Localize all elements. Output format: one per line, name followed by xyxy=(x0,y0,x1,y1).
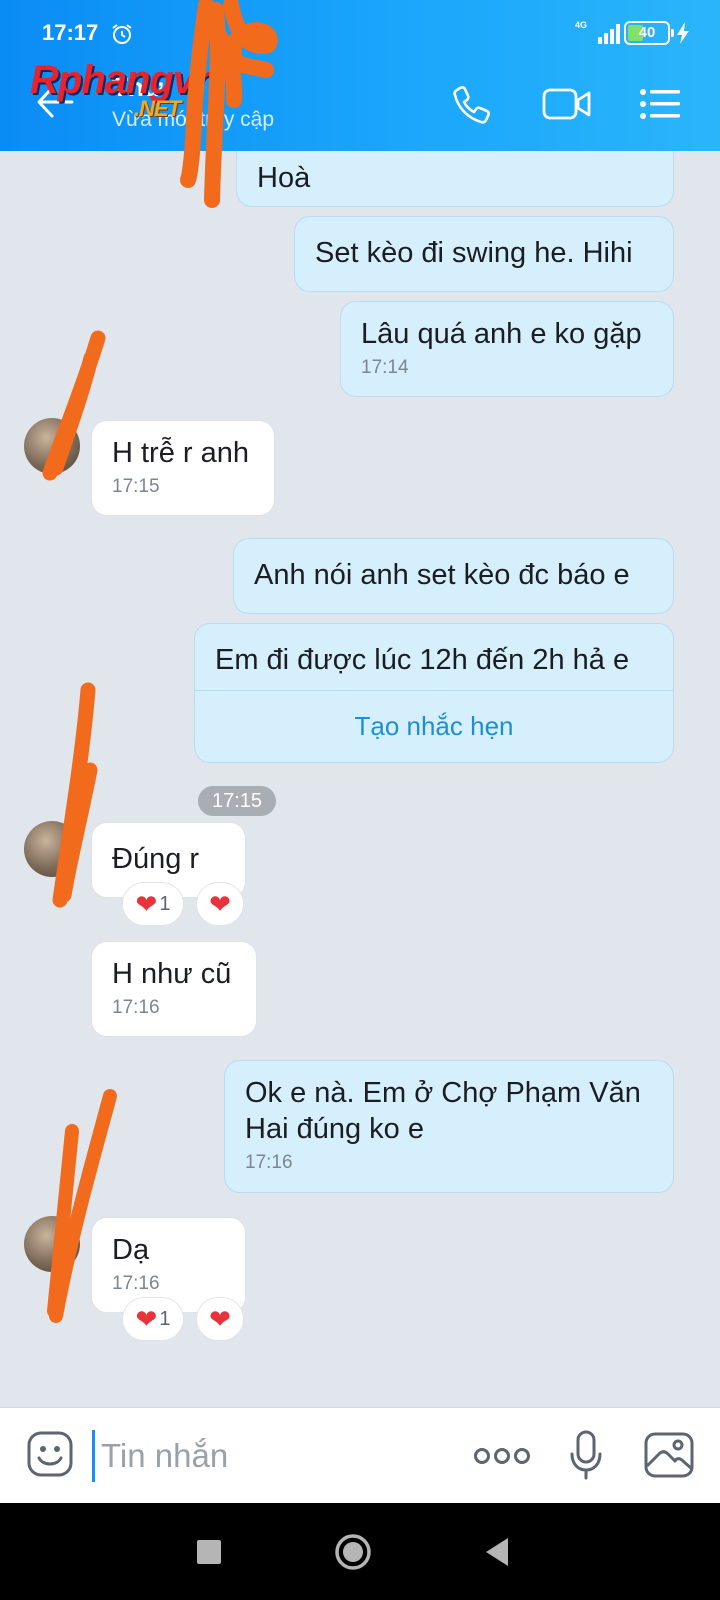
message-bubble[interactable]: Lâu quá anh e ko gặp 17:14 xyxy=(340,301,674,397)
message-time: 17:16 xyxy=(245,1152,293,1173)
top-bar: 17:17 4G 40 Thư Vừa mới truy cập Rphangv… xyxy=(0,0,720,151)
message-text: Em đi được lúc 12h đến 2h hả e xyxy=(215,644,630,676)
redaction-scribble xyxy=(42,330,106,481)
redaction-scribble xyxy=(180,0,278,208)
add-reaction-button[interactable]: ❤ xyxy=(196,882,244,926)
message-bubble[interactable]: Anh nói anh set kèo đc báo e xyxy=(233,538,674,614)
redaction-scribble xyxy=(52,682,98,908)
menu-icon[interactable] xyxy=(638,84,682,124)
message-bubble[interactable]: H trễ r anh 17:15 xyxy=(91,420,275,516)
phone-icon[interactable] xyxy=(452,84,492,124)
message-time: 17:14 xyxy=(361,357,409,378)
message-time: 17:15 xyxy=(112,476,160,497)
message-bubble[interactable]: Em đi được lúc 12h đến 2h hả e Tạo nhắc … xyxy=(194,623,674,763)
message-text: Lâu quá anh e ko gặp xyxy=(361,318,642,350)
message-text: Đúng r xyxy=(112,843,200,875)
redaction-scribble xyxy=(47,1089,117,1323)
image-icon[interactable] xyxy=(644,1432,694,1478)
status-bar: 17:17 4G 40 xyxy=(0,0,720,56)
back-icon[interactable] xyxy=(484,1537,510,1567)
charging-icon xyxy=(677,22,689,44)
reaction-count: 1 xyxy=(159,892,171,915)
message-bubble[interactable]: Hoà xyxy=(236,151,674,207)
heart-icon: ❤ xyxy=(209,1304,231,1334)
network-type: 4G xyxy=(575,20,588,30)
recent-apps-icon[interactable] xyxy=(196,1539,222,1565)
message-text: H như cũ xyxy=(112,958,232,990)
add-reaction-button[interactable]: ❤ xyxy=(196,1297,244,1341)
emoji-icon[interactable] xyxy=(26,1430,74,1478)
time-separator: 17:15 xyxy=(198,786,276,816)
message-text: Ok e nà. Em ở Chợ Phạm Văn Hai đúng ko e xyxy=(245,1077,641,1145)
alarm-icon xyxy=(112,24,132,44)
reaction-count: 1 xyxy=(159,1307,171,1330)
signal-icon xyxy=(598,24,620,44)
create-reminder-button[interactable]: Tạo nhắc hẹn xyxy=(195,690,673,762)
reaction-count-badge[interactable]: ❤ 1 xyxy=(122,882,184,926)
heart-icon: ❤ xyxy=(135,889,158,919)
message-text: Anh nói anh set kèo đc báo e xyxy=(254,559,630,591)
message-input[interactable] xyxy=(92,1430,442,1482)
message-text: H trễ r anh xyxy=(112,437,249,469)
system-navigation-bar xyxy=(0,1503,720,1600)
battery-percent: 40 xyxy=(638,24,656,41)
home-icon[interactable] xyxy=(334,1533,372,1571)
status-time: 17:17 xyxy=(42,20,99,45)
battery-indicator: 40 xyxy=(624,21,674,45)
message-bubble[interactable]: H như cũ 17:16 xyxy=(91,941,257,1037)
more-icon[interactable] xyxy=(474,1446,530,1466)
message-bubble[interactable]: Set kèo đi swing he. Hihi xyxy=(294,216,674,292)
heart-icon: ❤ xyxy=(209,889,231,919)
heart-icon: ❤ xyxy=(135,1304,158,1334)
message-composer xyxy=(0,1407,720,1503)
message-time: 17:16 xyxy=(112,997,160,1018)
message-text: Set kèo đi swing he. Hihi xyxy=(315,237,633,269)
watermark-suffix: .NET xyxy=(134,96,181,121)
message-bubble[interactable]: Ok e nà. Em ở Chợ Phạm Văn Hai đúng ko e… xyxy=(224,1060,674,1193)
video-call-icon[interactable] xyxy=(542,84,592,124)
message-time: 17:16 xyxy=(112,1273,160,1294)
microphone-icon[interactable] xyxy=(570,1430,602,1480)
reaction-count-badge[interactable]: ❤ 1 xyxy=(122,1297,184,1341)
